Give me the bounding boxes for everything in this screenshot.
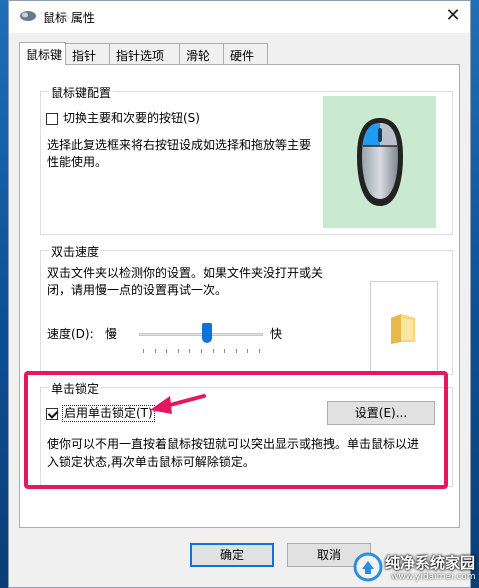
site-watermark: 纯净系统家园 www.yidaimei.com — [351, 550, 476, 586]
tab-pointers[interactable]: 指针 — [65, 43, 110, 64]
slider-tick — [201, 349, 202, 353]
slider-tick — [247, 349, 249, 353]
double-click-description-line1: 双击文件夹以检测你的设置。如果文件夹没打开或关 — [47, 266, 324, 280]
mouse-preview — [323, 96, 436, 228]
close-icon: ✕ — [445, 5, 461, 26]
slider-tick — [189, 349, 191, 353]
slider-tick — [212, 349, 214, 353]
close-button[interactable]: ✕ — [442, 6, 464, 28]
slider-tick — [177, 349, 179, 353]
swap-buttons-label[interactable]: 切换主要和次要的按钮(S) — [63, 110, 200, 127]
tab-hardware[interactable]: 硬件 — [223, 43, 268, 64]
button-config-group: 鼠标键配置 切换主要和次要的按钮(S) 选择此复选框来将右按钮设成如选择和拖放等… — [40, 84, 453, 235]
pointer-arrow-icon — [150, 394, 206, 414]
fast-label: 快 — [270, 327, 283, 341]
swap-description-line1: 选择此复选框来将右按钮设成如选择和拖放等主要 — [47, 138, 312, 152]
button-config-legend: 鼠标键配置 — [49, 84, 114, 101]
watermark-site-url: www.yidaimei.com — [391, 572, 476, 582]
mouse-app-icon — [20, 11, 36, 21]
tab-wheel[interactable]: 滑轮 — [179, 43, 224, 64]
watermark-logo-icon — [353, 552, 383, 582]
slider-tick — [259, 349, 260, 353]
watermark-site-name: 纯净系统家园 — [385, 554, 476, 572]
double-click-group: 双击速度 双击文件夹以检测你的设置。如果文件夹没打开或关 闭，请用慢一点的设置再… — [40, 243, 453, 375]
tab-pointer-options[interactable]: 指针选项 — [109, 43, 180, 64]
mouse-illustration-icon — [357, 118, 403, 206]
folder-icon — [391, 314, 415, 344]
slider-tick — [166, 349, 168, 353]
slider-tick — [143, 349, 144, 353]
speed-label: 速度(D): — [47, 327, 94, 341]
tab-buttons[interactable]: 鼠标键 — [19, 42, 66, 65]
swap-description-line2: 性能使用。 — [47, 155, 108, 169]
speed-slider-thumb[interactable] — [201, 323, 212, 343]
slider-tick — [154, 349, 156, 353]
annotation-highlight-frame — [24, 371, 448, 489]
mouse-properties-dialog: 鼠标 属性 ✕ 鼠标键 指针 指针选项 滑轮 硬件 鼠标键配置 切换主要和次要的… — [8, 0, 471, 588]
double-click-legend: 双击速度 — [49, 243, 102, 260]
window-title: 鼠标 属性 — [43, 11, 95, 25]
slider-tick — [224, 349, 226, 353]
test-folder-area[interactable] — [370, 281, 438, 373]
slow-label: 慢 — [105, 327, 118, 341]
slider-tick — [235, 349, 237, 353]
double-click-description-line2: 闭，请用慢一点的设置再试一次。 — [47, 283, 228, 297]
swap-buttons-checkbox[interactable] — [46, 113, 58, 125]
title-bar: 鼠标 属性 ✕ — [9, 1, 470, 33]
ok-button[interactable]: 确定 — [190, 543, 274, 567]
